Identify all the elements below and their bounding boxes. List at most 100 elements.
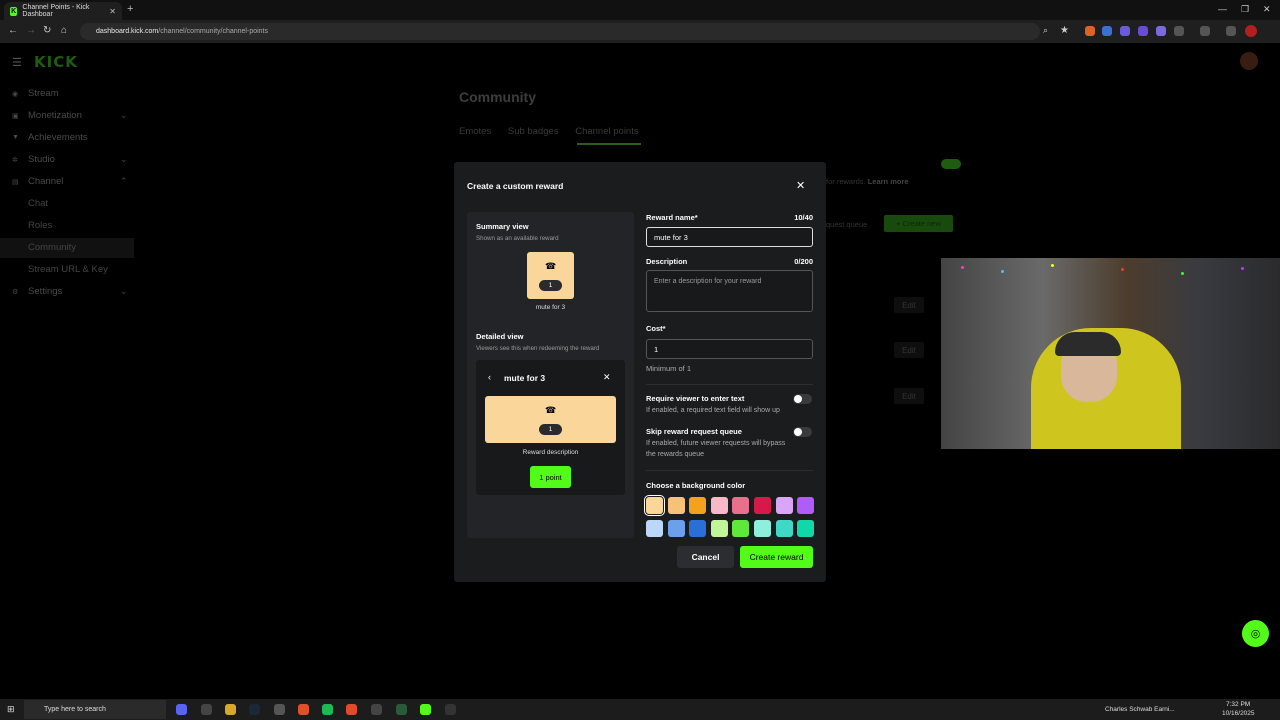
extension-icon[interactable]	[1138, 26, 1148, 36]
chevron-down-icon[interactable]: ⌄	[120, 110, 128, 121]
windows-start-icon[interactable]: ⊞	[7, 704, 15, 715]
color-swatch[interactable]	[646, 520, 663, 537]
sidebar-item-achievements[interactable]: ▼ Achievements	[12, 132, 88, 143]
close-icon[interactable]: ✕	[796, 179, 805, 192]
reward-card-detail: ☎ 1	[485, 396, 616, 443]
create-reward-button[interactable]: Create reward	[740, 546, 813, 568]
minimize-button[interactable]: —	[1218, 4, 1227, 14]
taskbar-time[interactable]: 7:32 PM	[1226, 701, 1250, 708]
channel-points-info: for rewards. Learn more	[826, 177, 909, 186]
new-tab-button[interactable]: +	[127, 3, 133, 15]
kick-app-icon[interactable]	[420, 704, 431, 715]
zoom-icon[interactable]: ⌕	[1043, 25, 1048, 36]
sidebar-item-community[interactable]: Community	[28, 242, 76, 253]
sidebar-item-channel[interactable]: ▤ Channel	[12, 176, 63, 187]
brave-icon[interactable]	[298, 704, 309, 715]
extensions-puzzle-icon[interactable]	[1174, 26, 1184, 36]
download-icon[interactable]	[1226, 26, 1236, 36]
sidebar-item-roles[interactable]: Roles	[28, 220, 52, 231]
require-text-toggle[interactable]	[793, 394, 812, 404]
cancel-button[interactable]: Cancel	[677, 546, 734, 568]
color-swatch[interactable]	[667, 520, 685, 537]
news-widget[interactable]: Charles Schwab Earni...	[1105, 706, 1175, 713]
close-icon[interactable]: ✕	[603, 372, 611, 383]
sidebar-item-stream-url-key[interactable]: Stream URL & Key	[28, 264, 108, 275]
description-textarea[interactable]: Enter a description for your reward	[646, 270, 813, 312]
sidebar-item-settings[interactable]: ⚙ Settings	[12, 286, 62, 297]
reload-icon[interactable]: ↻	[43, 25, 51, 36]
profile-avatar-icon[interactable]	[1245, 25, 1257, 37]
extension-icon[interactable]	[1102, 26, 1112, 36]
sidebar-item-studio[interactable]: ✲ Studio	[12, 154, 55, 165]
color-swatch[interactable]	[732, 520, 750, 537]
back-icon[interactable]: ←	[8, 25, 18, 36]
file-explorer-icon[interactable]	[225, 704, 236, 715]
maximize-button[interactable]: ❐	[1241, 4, 1249, 15]
color-swatch[interactable]	[775, 520, 793, 537]
request-queue-link[interactable]: quest queue	[826, 220, 867, 229]
color-swatch[interactable]	[797, 520, 815, 537]
color-swatch[interactable]	[667, 497, 685, 514]
close-tab-icon[interactable]: ✕	[109, 7, 116, 16]
redeem-point-button[interactable]: 1 point	[530, 466, 571, 488]
color-swatch[interactable]	[689, 497, 707, 514]
color-swatch[interactable]	[797, 497, 815, 514]
chevron-left-icon[interactable]: ‹	[488, 372, 491, 382]
app-icon[interactable]	[396, 704, 407, 715]
sidebar-item-stream[interactable]: ◉ Stream	[12, 88, 59, 99]
reward-name-input[interactable]: mute for 3	[646, 227, 813, 247]
settings-icon[interactable]	[274, 704, 285, 715]
chevron-up-icon[interactable]: ⌃	[120, 176, 128, 187]
app-icon[interactable]	[201, 704, 212, 715]
spotify-icon[interactable]	[322, 704, 333, 715]
detail-title: mute for 3	[504, 373, 546, 383]
support-chat-button[interactable]: ◎	[1242, 620, 1269, 647]
close-window-button[interactable]: ✕	[1263, 4, 1271, 15]
kick-logo[interactable]: KICK	[34, 53, 78, 71]
tab-emotes[interactable]: Emotes	[459, 126, 491, 137]
user-avatar[interactable]	[1240, 52, 1258, 70]
color-swatch[interactable]	[775, 497, 793, 514]
chevron-down-icon[interactable]: ⌄	[120, 154, 128, 165]
app-icon[interactable]	[445, 704, 456, 715]
menu-icon[interactable]: ☰	[12, 56, 22, 69]
edit-button[interactable]: Edit	[894, 297, 924, 313]
color-swatch[interactable]	[689, 520, 707, 537]
color-swatch[interactable]	[644, 495, 665, 516]
extension-icon[interactable]	[1120, 26, 1130, 36]
url-host: dashboard.kick.com	[96, 28, 159, 35]
edit-button[interactable]: Edit	[894, 388, 924, 404]
chrome-icon[interactable]	[346, 704, 357, 715]
forward-icon[interactable]: →	[26, 25, 36, 36]
skip-queue-toggle[interactable]	[793, 427, 812, 437]
sidebar-item-label: Monetization	[28, 110, 82, 121]
chevron-down-icon[interactable]: ⌄	[120, 286, 128, 297]
reward-card-name: mute for 3	[535, 304, 566, 311]
browser-tab[interactable]: K Channel Points - Kick Dashboar ✕	[4, 2, 122, 20]
color-swatch[interactable]	[710, 497, 728, 514]
color-swatch[interactable]	[732, 497, 750, 514]
tab-sub-badges[interactable]: Sub badges	[508, 126, 559, 137]
discord-icon[interactable]	[176, 704, 187, 715]
obs-icon[interactable]	[371, 704, 382, 715]
color-swatch[interactable]	[754, 520, 771, 537]
sidebar-item-monetization[interactable]: ▣ Monetization	[12, 110, 82, 121]
edit-button[interactable]: Edit	[894, 342, 924, 358]
extension-icon[interactable]	[1085, 26, 1095, 36]
create-new-button[interactable]: + Create new	[884, 215, 953, 232]
taskbar-search[interactable]: Type here to search	[24, 700, 166, 719]
cost-input[interactable]: 1	[646, 339, 813, 359]
tab-channel-points[interactable]: Channel points	[575, 126, 638, 137]
bookmark-star-icon[interactable]: ★	[1060, 25, 1069, 36]
sidepanel-icon[interactable]	[1200, 26, 1210, 36]
color-swatch[interactable]	[710, 520, 728, 537]
learn-more-link[interactable]: Learn more	[868, 177, 909, 186]
steam-icon[interactable]	[249, 704, 260, 715]
extension-icon[interactable]	[1156, 26, 1166, 36]
taskbar-date[interactable]: 10/16/2025	[1222, 710, 1255, 717]
url-field[interactable]: dashboard.kick.com/channel/community/cha…	[80, 23, 1040, 40]
home-icon[interactable]: ⌂	[61, 25, 67, 36]
channel-points-toggle[interactable]	[941, 159, 961, 169]
color-swatch[interactable]	[754, 497, 771, 514]
sidebar-item-chat[interactable]: Chat	[28, 198, 48, 209]
